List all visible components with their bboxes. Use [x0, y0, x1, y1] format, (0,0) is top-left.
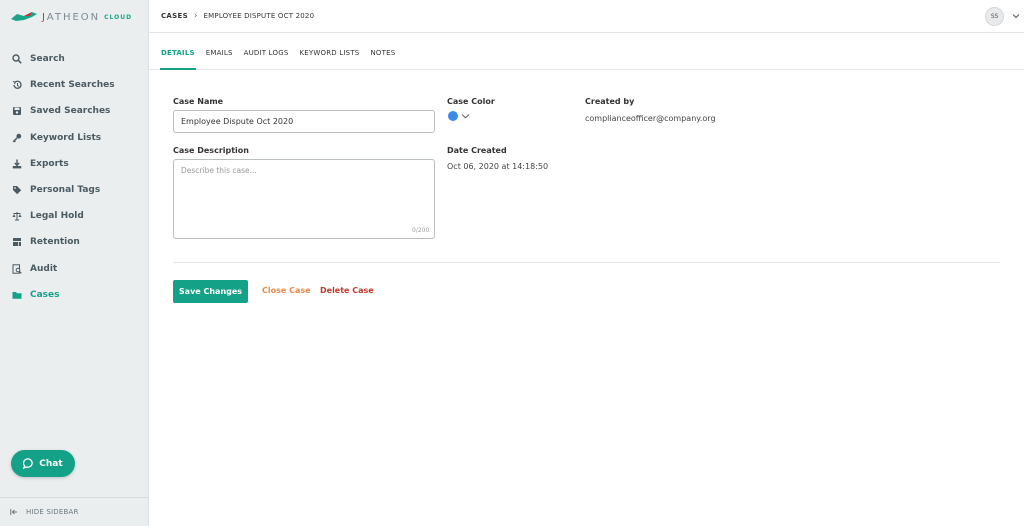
case-name-input[interactable]: [173, 110, 435, 133]
case-description-textarea[interactable]: [173, 159, 435, 239]
sidebar-item-label: Cases: [30, 289, 60, 300]
sidebar-item-label: Legal Hold: [30, 211, 84, 222]
chat-button-label: Chat: [39, 458, 63, 469]
sidebar-item-label: Keyword Lists: [30, 132, 102, 143]
tab-notes[interactable]: NOTES: [370, 49, 395, 69]
created-by-value: complianceofficer@company.org: [585, 114, 716, 123]
sidebar-nav: Search Recent Searches Saved Searches Ke…: [0, 46, 149, 308]
close-case-button[interactable]: Close Case: [262, 286, 311, 295]
divider: [173, 262, 1000, 263]
sidebar-item-label: Recent Searches: [30, 80, 115, 91]
download-icon: [12, 159, 22, 169]
logo-text: JATHEON: [42, 11, 101, 23]
created-by-label: Created by: [585, 97, 635, 106]
case-color-label: Case Color: [447, 97, 495, 106]
sidebar: JATHEON CLOUD Search Recent Searches Sav…: [0, 0, 149, 526]
breadcrumb-cases-link[interactable]: CASES: [161, 12, 188, 20]
avatar[interactable]: SS: [985, 7, 1004, 26]
chevron-right-icon: ›: [193, 11, 198, 21]
save-icon: [12, 106, 22, 116]
sidebar-item-audit[interactable]: Audit: [0, 256, 149, 282]
top-bar: CASES › EMPLOYEE DISPUTE OCT 2020 SS: [149, 0, 1024, 33]
chevron-down-icon[interactable]: [461, 112, 470, 120]
hide-sidebar-button[interactable]: HIDE SIDEBAR: [0, 497, 149, 526]
sidebar-item-label: Retention: [30, 237, 80, 248]
sidebar-item-personal-tags[interactable]: Personal Tags: [0, 177, 149, 203]
case-name-label: Case Name: [173, 97, 224, 106]
tab-bar: DETAILS EMAILS AUDIT LOGS KEYWORD LISTS …: [149, 33, 1024, 70]
chat-bubble-icon: [23, 458, 34, 469]
key-icon: [12, 133, 22, 143]
save-changes-button[interactable]: Save Changes: [173, 280, 248, 303]
sidebar-item-label: Audit: [30, 263, 58, 274]
sidebar-item-label: Exports: [30, 158, 69, 169]
fox-logo-icon: [11, 12, 37, 21]
history-icon: [12, 80, 22, 90]
tab-audit-logs[interactable]: AUDIT LOGS: [244, 49, 289, 69]
chevron-down-icon[interactable]: [1012, 12, 1020, 20]
sidebar-item-recent-searches[interactable]: Recent Searches: [0, 72, 149, 98]
sidebar-item-search[interactable]: Search: [0, 46, 149, 72]
sidebar-item-keyword-lists[interactable]: Keyword Lists: [0, 125, 149, 151]
tab-keyword-lists[interactable]: KEYWORD LISTS: [300, 49, 360, 69]
logo-cloud-label: CLOUD: [104, 13, 133, 21]
tab-details[interactable]: DETAILS: [160, 49, 196, 70]
collapse-left-icon: [10, 509, 17, 515]
audit-icon: [12, 263, 22, 274]
tag-icon: [12, 185, 22, 195]
sidebar-item-label: Search: [30, 54, 65, 65]
chat-button[interactable]: Chat: [11, 450, 75, 477]
sidebar-item-retention[interactable]: Retention: [0, 229, 149, 255]
retention-icon: [12, 237, 22, 247]
sidebar-item-exports[interactable]: Exports: [0, 151, 149, 177]
logo[interactable]: JATHEON CLOUD: [10, 8, 132, 26]
sidebar-item-cases[interactable]: Cases: [0, 282, 149, 308]
scale-icon: [12, 211, 22, 221]
breadcrumb-current: EMPLOYEE DISPUTE OCT 2020: [203, 12, 315, 20]
date-created-value: Oct 06, 2020 at 14:18:50: [447, 162, 549, 171]
sidebar-item-legal-hold[interactable]: Legal Hold: [0, 203, 149, 229]
sidebar-item-label: Saved Searches: [30, 106, 111, 117]
hide-sidebar-label: HIDE SIDEBAR: [26, 508, 79, 516]
case-color-swatch[interactable]: [448, 111, 458, 121]
sidebar-item-label: Personal Tags: [30, 185, 101, 196]
sidebar-item-saved-searches[interactable]: Saved Searches: [0, 98, 149, 124]
search-icon: [12, 54, 22, 64]
tab-emails[interactable]: EMAILS: [206, 49, 233, 69]
folder-icon: [12, 290, 22, 300]
delete-case-button[interactable]: Delete Case: [320, 286, 374, 295]
case-description-label: Case Description: [173, 146, 249, 155]
description-char-counter: 0/200: [412, 227, 430, 234]
date-created-label: Date Created: [447, 146, 507, 155]
